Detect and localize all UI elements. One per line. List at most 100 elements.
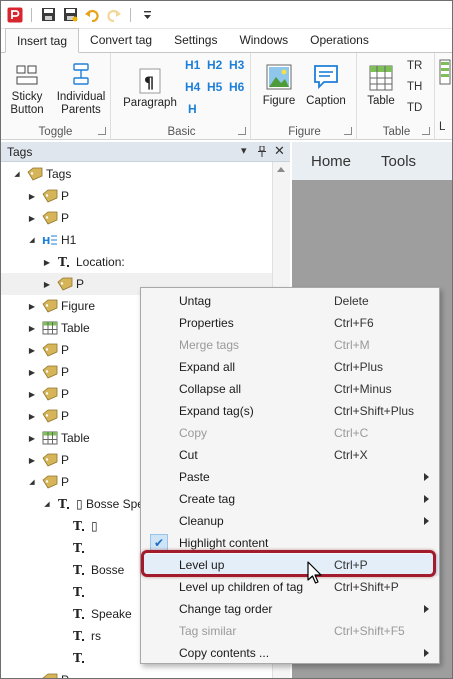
h1-button[interactable]: H1 [185,58,200,72]
h-button[interactable]: H [188,102,197,116]
th-button[interactable]: TH [407,81,422,93]
tab-tools[interactable]: Tools [381,153,416,170]
paragraph-button[interactable]: ¶ Paragraph [121,67,179,110]
menu-item-copy-contents[interactable]: Copy contents ... [141,642,439,664]
menu-item-merge-tags: Merge tags Ctrl+M [141,334,439,356]
tab-home[interactable]: Home [311,153,351,170]
menu-item-cleanup[interactable]: Cleanup [141,510,439,532]
sticky-button[interactable]: Sticky Button [7,63,47,117]
tab-insert-tag[interactable]: Insert tag [5,28,80,53]
expand-right-icon[interactable]: ▶ [27,433,37,443]
save-as-icon[interactable] [62,7,78,23]
tree-node-label: P [61,211,70,225]
tab-windows[interactable]: Windows [228,28,299,52]
tree-node[interactable]: ▶P [1,669,272,679]
menu-item-paste[interactable]: Paste [141,466,439,488]
tree-node-label: P [61,453,70,467]
text-icon: T [57,255,73,269]
caption-button[interactable]: Caption [303,63,349,108]
tree-node[interactable]: ▶ T Location: [1,251,272,273]
expand-right-icon[interactable]: ▶ [27,213,37,223]
individual-parents-button[interactable]: Individual Parents [51,63,111,117]
td-button[interactable]: TD [407,102,422,114]
pin-icon[interactable] [258,144,266,160]
menu-item-shortcut: Ctrl+C [334,426,369,440]
dialog-launcher-icon[interactable] [98,127,106,135]
menu-item-untag[interactable]: Untag Delete [141,290,439,312]
tab-convert-tag[interactable]: Convert tag [79,28,163,52]
scroll-up-icon[interactable] [277,167,285,172]
dialog-launcher-icon[interactable] [344,127,352,135]
individual-parents-label: Individual Parents [56,91,106,116]
menu-item-label: Cleanup [179,514,224,528]
redo-icon[interactable] [106,7,122,23]
quick-access-toolbar [1,1,452,29]
expand-right-icon[interactable]: ▶ [27,389,37,399]
menu-item-shortcut: Ctrl+Shift+F5 [334,624,405,638]
svg-text:T: T [73,541,82,555]
menu-item-shortcut: Ctrl+M [334,338,370,352]
tree-node-label: H1 [61,233,77,247]
expand-right-icon[interactable]: ▶ [42,279,52,289]
expand-right-icon[interactable]: ▶ [27,323,37,333]
menu-item-create-tag[interactable]: Create tag [141,488,439,510]
tag-icon [27,167,43,181]
expand-right-icon[interactable]: ▶ [27,345,37,355]
tree-node[interactable]: ▶P [1,207,272,229]
tree-node[interactable]: ◢ Tags [1,163,272,185]
expand-right-icon[interactable]: ▶ [27,367,37,377]
figure-button[interactable]: Figure [257,63,301,108]
expand-down-icon[interactable]: ◢ [27,235,37,245]
expand-down-icon[interactable]: ◢ [12,169,22,179]
expand-right-icon[interactable]: ▶ [27,411,37,421]
svg-text:T: T [73,519,82,533]
tree-node[interactable]: ▶P [1,185,272,207]
menu-item-collapse-all[interactable]: Collapse all Ctrl+Minus [141,378,439,400]
dialog-launcher-icon[interactable] [238,127,246,135]
caption-icon [303,63,349,95]
heading-icon: H [42,233,58,247]
tr-button[interactable]: TR [407,60,422,72]
expand-right-icon[interactable]: ▶ [27,455,37,465]
tree-node-label: P [61,475,70,489]
close-panel-icon[interactable]: ✕ [274,143,285,159]
ribbon-tab-bar: Insert tag Convert tag Settings Windows … [1,28,452,53]
menu-item-level-up-children-of-tag[interactable]: Level up children of tag Ctrl+Shift+P [141,576,439,598]
list-icon[interactable] [439,59,451,88]
panel-menu-dropdown-icon[interactable]: ▾ [241,144,247,157]
h2-button[interactable]: H2 [207,58,222,72]
tab-settings[interactable]: Settings [163,28,228,52]
expand-right-icon[interactable]: ▶ [42,257,52,267]
expand-right-icon[interactable]: ▶ [27,301,37,311]
menu-item-expand-tag-s[interactable]: Expand tag(s) Ctrl+Shift+Plus [141,400,439,422]
dialog-launcher-icon[interactable] [422,127,430,135]
customize-dropdown-icon[interactable] [139,7,155,23]
save-icon[interactable] [40,7,56,23]
figure-icon [257,63,301,95]
expand-down-icon[interactable]: ◢ [27,477,37,487]
app-logo-icon[interactable] [7,7,23,23]
tree-node-label: Bosse [91,563,125,577]
tab-operations[interactable]: Operations [299,28,380,52]
h3-button[interactable]: H3 [229,58,244,72]
expand-right-icon[interactable]: ▶ [27,675,37,679]
expand-right-icon[interactable]: ▶ [27,191,37,201]
toolbar-divider [31,7,32,22]
svg-text:T: T [73,585,82,599]
menu-item-label: Paste [179,470,210,484]
text-icon: T [72,629,88,643]
undo-icon[interactable] [84,7,100,23]
submenu-arrow-icon [424,649,429,657]
table-button[interactable]: Table [363,65,399,108]
svg-text:T: T [73,629,82,643]
menu-item-cut[interactable]: Cut Ctrl+X [141,444,439,466]
menu-item-change-tag-order[interactable]: Change tag order [141,598,439,620]
tree-node[interactable]: ◢ H H1 [1,229,272,251]
h6-button[interactable]: H6 [229,80,244,94]
h5-button[interactable]: H5 [207,80,222,94]
h4-button[interactable]: H4 [185,80,200,94]
menu-item-expand-all[interactable]: Expand all Ctrl+Plus [141,356,439,378]
menu-item-properties[interactable]: Properties Ctrl+F6 [141,312,439,334]
svg-text:T: T [58,255,67,269]
expand-down-icon[interactable]: ◢ [42,499,52,509]
